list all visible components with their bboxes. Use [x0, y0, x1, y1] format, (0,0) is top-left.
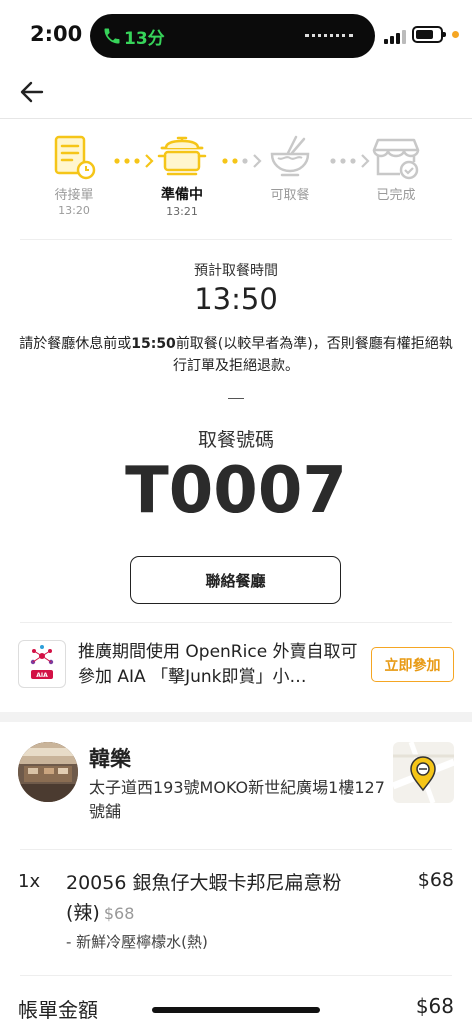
- map-thumbnail[interactable]: [393, 742, 454, 803]
- item-quantity: 1x: [18, 871, 41, 892]
- contact-restaurant-button[interactable]: 聯絡餐廳: [130, 556, 341, 604]
- step-label: 待接單: [54, 188, 94, 203]
- status-bar: 2:00 13分: [0, 0, 472, 72]
- progress-step-completed: 已完成: [346, 134, 446, 204]
- bill-total-amount: $68: [415, 994, 454, 1018]
- divider: [228, 398, 244, 399]
- call-duration: 13分: [124, 29, 165, 49]
- signal-icon: [384, 28, 408, 44]
- progress-step-ready: 可取餐: [240, 134, 340, 204]
- restaurant-address: 太子道西193號MOKO新世紀廣場1樓127號舖: [89, 778, 385, 821]
- progress-step-received: 待接單 13:20: [24, 134, 124, 217]
- divider: [20, 622, 452, 623]
- section-divider: [0, 712, 472, 722]
- home-indicator[interactable]: [152, 1007, 320, 1013]
- noodle-bowl-icon: [270, 135, 310, 177]
- mic-indicator-icon: [452, 31, 459, 38]
- divider: [20, 849, 452, 850]
- order-receipt-icon: [54, 135, 96, 180]
- step-label: 可取餐: [270, 188, 310, 203]
- dynamic-island-call[interactable]: 13分: [90, 14, 375, 58]
- back-arrow-icon[interactable]: [18, 78, 46, 106]
- divider: [20, 975, 452, 976]
- estimated-pickup-label: 預計取餐時間: [194, 263, 278, 279]
- item-unit-price: $68: [103, 904, 135, 923]
- bill-total-label: 帳單金額: [18, 998, 98, 1022]
- cooking-pot-icon: [157, 136, 207, 176]
- store-check-icon: [372, 138, 420, 180]
- nav-divider: [0, 118, 472, 119]
- progress-step-preparing: 準備中 13:21: [132, 134, 232, 218]
- estimated-pickup-time: 13:50: [194, 282, 278, 316]
- join-now-button[interactable]: 立即參加: [371, 647, 454, 682]
- divider: [20, 239, 452, 240]
- notice-text: 前取餐(以較早者為準)，否則餐廳有權拒絕執行訂單及拒絕退款。: [173, 336, 453, 374]
- step-label: 已完成: [376, 188, 416, 203]
- item-price: $68: [417, 869, 454, 891]
- notice-deadline: 15:50: [131, 336, 176, 352]
- pickup-number-label: 取餐號碼: [197, 429, 274, 451]
- phone-icon: [104, 28, 120, 44]
- battery-icon: [412, 26, 446, 43]
- audio-waveform-icon: [305, 34, 353, 37]
- aia-logo: AIA: [18, 640, 66, 688]
- map-pin-icon: [393, 742, 454, 803]
- pickup-number: T0007: [125, 454, 347, 528]
- step-time: 13:21: [166, 205, 198, 218]
- aia-logo-text: AIA: [36, 672, 48, 679]
- notice-text: 請於餐廳休息前或: [19, 336, 132, 352]
- step-label: 準備中: [161, 187, 203, 203]
- status-time: 2:00: [30, 22, 83, 46]
- step-time: 13:20: [58, 204, 90, 217]
- promo-text[interactable]: 推廣期間使用 OpenRice 外賣自取可參加 AIA 「擊Junk即賞」小…: [78, 640, 368, 690]
- restaurant-name[interactable]: 韓樂: [89, 743, 131, 773]
- restaurant-photo: [18, 742, 78, 802]
- pickup-notice: 請於餐廳休息前或15:50前取餐(以較早者為準)，否則餐廳有權拒絕執行訂單及拒絕…: [0, 333, 472, 377]
- item-name: 20056 銀魚仔大蝦卡邦尼扁意粉(辣) $68: [66, 868, 386, 929]
- item-option: - 新鮮冷壓檸檬水(熱): [66, 933, 208, 951]
